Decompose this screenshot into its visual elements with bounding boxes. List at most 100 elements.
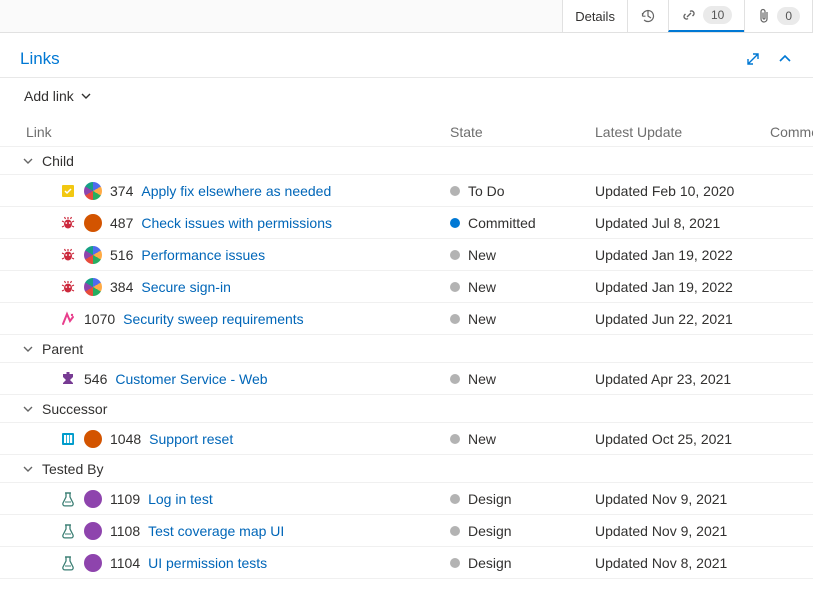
- work-item-title-link[interactable]: Log in test: [148, 491, 213, 507]
- avatar: [84, 214, 102, 232]
- avatar: [84, 278, 102, 296]
- updated-label: Updated Jul 8, 2021: [595, 215, 770, 231]
- chevron-down-icon: [22, 403, 34, 415]
- work-item-id: 374: [110, 183, 133, 199]
- work-item-type-icon: [60, 371, 76, 387]
- work-item-title-link[interactable]: Customer Service - Web: [115, 371, 267, 387]
- work-item-id: 546: [84, 371, 107, 387]
- avatar: [84, 430, 102, 448]
- group-name: Child: [42, 153, 74, 169]
- work-item-title-link[interactable]: Support reset: [149, 431, 233, 447]
- add-link-label: Add link: [24, 88, 74, 104]
- work-item-title-link[interactable]: Security sweep requirements: [123, 311, 304, 327]
- state-label: Design: [468, 491, 512, 507]
- chevron-down-icon: [22, 463, 34, 475]
- tab-details[interactable]: Details: [562, 0, 627, 32]
- updated-label: Updated Apr 23, 2021: [595, 371, 770, 387]
- updated-label: Updated Oct 25, 2021: [595, 431, 770, 447]
- attachment-icon: [757, 8, 771, 24]
- group-row[interactable]: Parent: [0, 335, 813, 363]
- work-item-type-icon: [60, 523, 76, 539]
- state-dot-icon: [450, 218, 460, 228]
- group-name: Tested By: [42, 461, 103, 477]
- work-item-id: 487: [110, 215, 133, 231]
- work-item-id: 384: [110, 279, 133, 295]
- link-item-row[interactable]: 1109 Log in test Design Updated Nov 9, 2021: [0, 483, 813, 515]
- work-item-type-icon: [60, 247, 76, 263]
- updated-label: Updated Feb 10, 2020: [595, 183, 770, 199]
- tab-attachments[interactable]: 0: [744, 0, 813, 32]
- state-dot-icon: [450, 558, 460, 568]
- col-link[interactable]: Link: [0, 124, 450, 140]
- group-name: Parent: [42, 341, 83, 357]
- state-label: To Do: [468, 183, 505, 199]
- state-label: New: [468, 371, 496, 387]
- avatar: [84, 554, 102, 572]
- group-row[interactable]: Successor: [0, 395, 813, 423]
- table-header-row: Link State Latest Update Comments: [0, 118, 813, 147]
- links-count-badge: 10: [703, 6, 732, 24]
- state-dot-icon: [450, 314, 460, 324]
- work-item-id: 1048: [110, 431, 141, 447]
- updated-label: Updated Nov 9, 2021: [595, 523, 770, 539]
- work-item-type-icon: [60, 215, 76, 231]
- link-item-row[interactable]: 374 Apply fix elsewhere as needed To Do Upd…: [0, 175, 813, 207]
- work-item-id: 1108: [110, 523, 140, 539]
- collapse-chevron-icon[interactable]: [777, 51, 793, 67]
- work-item-type-icon: [60, 491, 76, 507]
- group-row[interactable]: Tested By: [0, 455, 813, 483]
- link-item-row[interactable]: 546 Customer Service - Web New Updated Apr …: [0, 363, 813, 395]
- work-item-type-icon: [60, 279, 76, 295]
- group-row[interactable]: Child: [0, 147, 813, 175]
- state-dot-icon: [450, 250, 460, 260]
- link-item-row[interactable]: 1070Security sweep requirementsNewUpdate…: [0, 303, 813, 335]
- history-icon: [640, 8, 656, 24]
- link-item-row[interactable]: 1104 UI permission tests Design Updated Nov…: [0, 547, 813, 579]
- work-item-id: 1104: [110, 555, 140, 571]
- work-item-id: 1109: [110, 491, 140, 507]
- add-link-button[interactable]: Add link: [24, 88, 92, 104]
- links-table: Link State Latest Update Comments Child 3…: [0, 118, 813, 579]
- state-label: New: [468, 311, 496, 327]
- group-name: Successor: [42, 401, 107, 417]
- link-icon: [681, 7, 697, 23]
- link-item-row[interactable]: 487 Check issues with permissions Committe…: [0, 207, 813, 239]
- col-updated[interactable]: Latest Update: [595, 124, 770, 140]
- state-dot-icon: [450, 186, 460, 196]
- tab-links[interactable]: 10: [668, 0, 744, 32]
- section-title: Links: [20, 49, 60, 69]
- work-item-title-link[interactable]: UI permission tests: [148, 555, 267, 571]
- updated-label: Updated Nov 8, 2021: [595, 555, 770, 571]
- link-item-row[interactable]: 384Secure sign-inNewUpdated Jan 19, 2022: [0, 271, 813, 303]
- col-state[interactable]: State: [450, 124, 595, 140]
- state-dot-icon: [450, 494, 460, 504]
- col-comments[interactable]: Comments: [770, 124, 813, 140]
- work-item-title-link[interactable]: Apply fix elsewhere as needed: [141, 183, 331, 199]
- tab-details-label: Details: [575, 9, 615, 24]
- state-dot-icon: [450, 526, 460, 536]
- link-item-row[interactable]: 516Performance issuesNewUpdated Jan 19, …: [0, 239, 813, 271]
- updated-label: Updated Nov 9, 2021: [595, 491, 770, 507]
- work-item-title-link[interactable]: Performance issues: [141, 247, 265, 263]
- link-item-row[interactable]: 1048 Support reset New Updated Oct 25, 2021: [0, 423, 813, 455]
- avatar: [84, 246, 102, 264]
- chevron-down-icon: [80, 90, 92, 102]
- state-dot-icon: [450, 434, 460, 444]
- work-item-title-link[interactable]: Secure sign-in: [141, 279, 231, 295]
- updated-label: Updated Jan 19, 2022: [595, 279, 770, 295]
- state-label: Committed: [468, 215, 536, 231]
- updated-label: Updated Jan 19, 2022: [595, 247, 770, 263]
- updated-label: Updated Jun 22, 2021: [595, 311, 770, 327]
- work-item-type-icon: [60, 183, 76, 199]
- top-tab-bar: Details 10 0: [0, 0, 813, 33]
- tab-history[interactable]: [627, 0, 668, 32]
- state-label: Design: [468, 555, 512, 571]
- link-item-row[interactable]: 1108Test coverage map UIDesignUpdated No…: [0, 515, 813, 547]
- expand-icon[interactable]: [745, 51, 761, 67]
- attachments-count-badge: 0: [777, 7, 800, 25]
- links-section-header: Links: [0, 33, 813, 78]
- work-item-title-link[interactable]: Check issues with permissions: [141, 215, 332, 231]
- state-label: New: [468, 247, 496, 263]
- work-item-title-link[interactable]: Test coverage map UI: [148, 523, 284, 539]
- state-label: New: [468, 431, 496, 447]
